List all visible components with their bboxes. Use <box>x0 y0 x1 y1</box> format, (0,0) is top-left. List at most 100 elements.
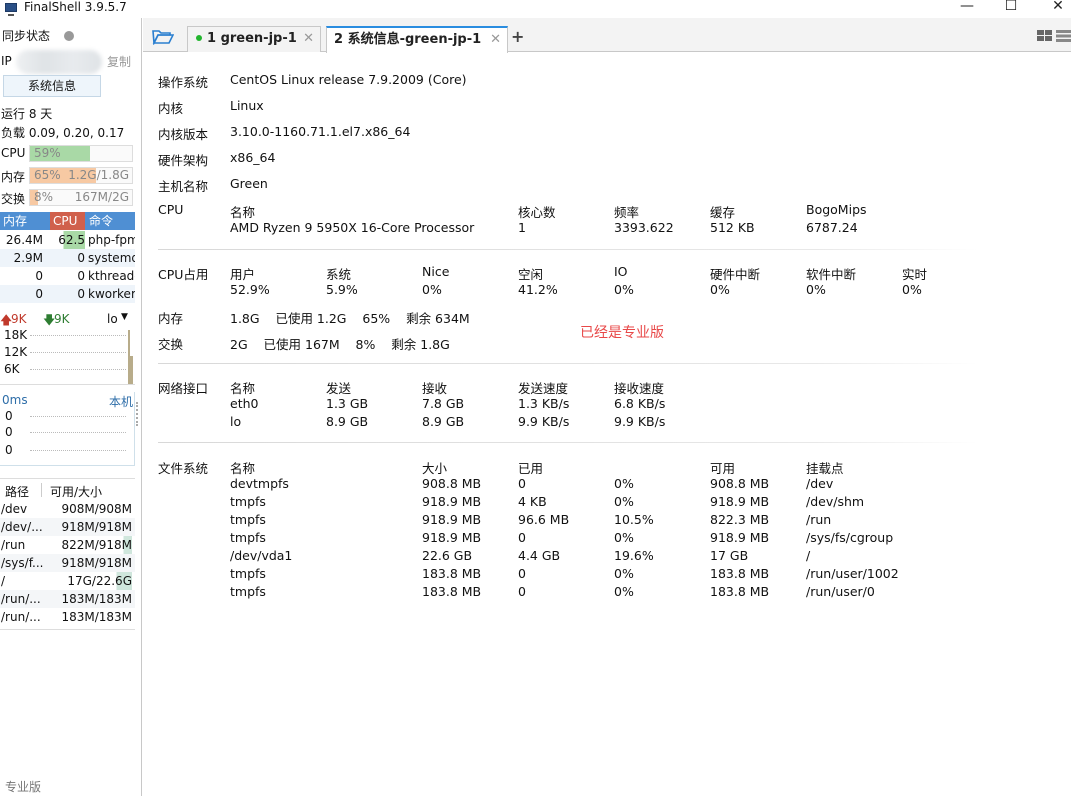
fs-col-path[interactable]: 路径 <box>5 483 29 500</box>
network-cell: lo <box>230 414 242 429</box>
fs-path: /run <box>1 538 26 552</box>
network-cell: 7.8 GB <box>422 396 465 411</box>
tab-label: 2 系统信息-green-jp-1 <box>334 32 482 47</box>
process-row[interactable]: 26.4M 62.5 php-fpm <box>0 231 135 249</box>
process-row[interactable]: 2.9M 0 systemd <box>0 249 135 267</box>
tab-session-1[interactable]: 1 green-jp-1 ✕ <box>187 26 321 52</box>
net-y-tick: 18K <box>4 328 28 342</box>
grid-line <box>30 369 126 370</box>
network-cell: 6.8 KB/s <box>614 396 666 411</box>
cpu-col-header: 核心数 <box>518 205 556 220</box>
filesystem-cell: tmpfs <box>230 584 266 599</box>
cpu-usage-value: 0% <box>902 282 922 297</box>
network-label: 网络接口 <box>158 381 209 396</box>
splitter-handle[interactable] <box>136 402 139 426</box>
filesystem-cell: 4.4 GB <box>518 548 561 563</box>
process-mem: 0 <box>35 269 43 283</box>
cpu-usage-header: 硬件中断 <box>710 267 761 282</box>
filesystem-cell: 0 <box>518 476 526 491</box>
cpu-usage-header: 系统 <box>326 267 352 282</box>
filesystem-cell: 0 <box>518 566 526 581</box>
fs-row[interactable]: /sys/f... 918M/918M <box>0 554 135 572</box>
cpu-usage-value: 41.2% <box>518 282 558 297</box>
copy-ip-link[interactable]: 复制 <box>107 53 131 70</box>
fs-row[interactable]: /run/... 183M/183M <box>0 590 135 608</box>
fs-row[interactable]: /run 822M/918M <box>0 536 135 554</box>
memory-summary: 1.8G 已使用 1.2G 65% 剩余 634M <box>230 311 470 326</box>
cpu-usage-header: IO <box>614 264 628 279</box>
fs-value: 17G/22.6G <box>67 572 132 590</box>
filesystem-cell: 22.6 GB <box>422 548 473 563</box>
cpu-cores: 1 <box>518 220 526 235</box>
fs-value: 918M/918M <box>61 520 132 534</box>
cpu-meter-label: CPU <box>1 146 26 160</box>
app-logo-icon <box>5 3 17 16</box>
filesystem-cell: 822.3 MB <box>710 512 770 527</box>
layout-toggle-icon[interactable] <box>1037 30 1071 42</box>
fs-row[interactable]: /run/... 183M/183M <box>0 608 135 626</box>
cpu-cache: 512 KB <box>710 220 755 235</box>
ping-target[interactable]: 本机 <box>109 393 133 410</box>
filesystem-label: 文件系统 <box>158 461 209 476</box>
pro-edition-notice: 已经是专业版 <box>580 325 664 341</box>
close-tab-icon[interactable]: ✕ <box>303 27 314 51</box>
process-row[interactable]: 0 0 kthreadd <box>0 267 135 285</box>
swap-meter-detail: 167M/2G <box>74 190 129 204</box>
process-col-cmd[interactable]: 命令 <box>89 212 113 230</box>
mem-meter-percent: 65% <box>34 168 61 182</box>
os-value: CentOS Linux release 7.9.2009 (Core) <box>230 72 467 87</box>
traffic-bar <box>130 356 133 384</box>
process-col-mem[interactable]: 内存 <box>3 212 27 230</box>
load-average-text: 负载 0.09, 0.20, 0.17 <box>1 126 125 140</box>
filesystem-cell: tmpfs <box>230 530 266 545</box>
network-cell: 8.9 GB <box>326 414 369 429</box>
interface-select[interactable]: lo <box>107 312 118 326</box>
close-tab-icon[interactable]: ✕ <box>490 28 501 52</box>
add-tab-button[interactable]: + <box>511 27 524 46</box>
net-y-tick: 6K <box>4 362 20 376</box>
filesystem-col-header: 大小 <box>422 461 448 476</box>
process-col-cpu[interactable]: CPU <box>50 212 85 230</box>
cpu-col-header: BogoMips <box>806 202 867 217</box>
filesystem-cell: 918.9 MB <box>710 530 770 545</box>
process-cmd: systemd <box>88 251 135 265</box>
column-divider <box>41 483 42 497</box>
filesystem-col-header: 名称 <box>230 461 256 476</box>
filesystem-cell: tmpfs <box>230 494 266 509</box>
tab-bar: 1 green-jp-1 ✕ 2 系统信息-green-jp-1 ✕ + <box>143 18 1071 53</box>
arch-label: 硬件架构 <box>158 153 209 168</box>
system-info-button[interactable]: 系统信息 <box>3 75 101 97</box>
process-list: 26.4M 62.5 php-fpm 2.9M 0 systemd 0 0 kt… <box>0 231 135 305</box>
close-button[interactable]: ✕ <box>1036 0 1071 16</box>
grid-line <box>30 352 126 353</box>
maximize-button[interactable]: ☐ <box>989 0 1033 16</box>
kernel-label: 内核 <box>158 101 184 116</box>
tab-system-info[interactable]: 2 系统信息-green-jp-1 ✕ <box>326 26 508 53</box>
filesystem-cell: /dev/shm <box>806 494 865 509</box>
cpu-col-header: 频率 <box>614 205 640 220</box>
grid-line <box>30 335 126 336</box>
filesystem-cell: /run/user/0 <box>806 584 875 599</box>
filesystem-cell: 0 <box>518 584 526 599</box>
section-divider <box>158 363 978 364</box>
fs-row[interactable]: /dev 908M/908M <box>0 500 135 518</box>
mem-meter-detail: 1.2G/1.8G <box>68 168 129 182</box>
system-info-panel: 操作系统 CentOS Linux release 7.9.2009 (Core… <box>143 53 1071 796</box>
cpu-model: AMD Ryzen 9 5950X 16-Core Processor <box>230 220 475 235</box>
process-row[interactable]: 0 0 kworker <box>0 285 135 303</box>
ping-latency: 0ms <box>2 393 28 407</box>
swap-meter-label: 交换 <box>1 192 26 206</box>
chevron-down-icon[interactable]: ▼ <box>121 312 128 322</box>
cpu-usage-label: CPU占用 <box>158 267 209 282</box>
arch-value: x86_64 <box>230 150 276 165</box>
fs-row[interactable]: / 17G/22.6G <box>0 572 135 590</box>
fs-path: /run/... <box>1 610 41 624</box>
minimize-button[interactable]: — <box>945 0 989 16</box>
process-cpu: 62.5 <box>54 231 85 249</box>
folder-open-icon[interactable] <box>152 29 174 45</box>
fs-col-avail[interactable]: 可用/大小 <box>50 483 102 500</box>
filesystem-cell: 0% <box>614 494 634 509</box>
process-mem: 26.4M <box>5 233 43 247</box>
network-col-header: 发送 <box>326 381 352 396</box>
fs-row[interactable]: /dev/... 918M/918M <box>0 518 135 536</box>
